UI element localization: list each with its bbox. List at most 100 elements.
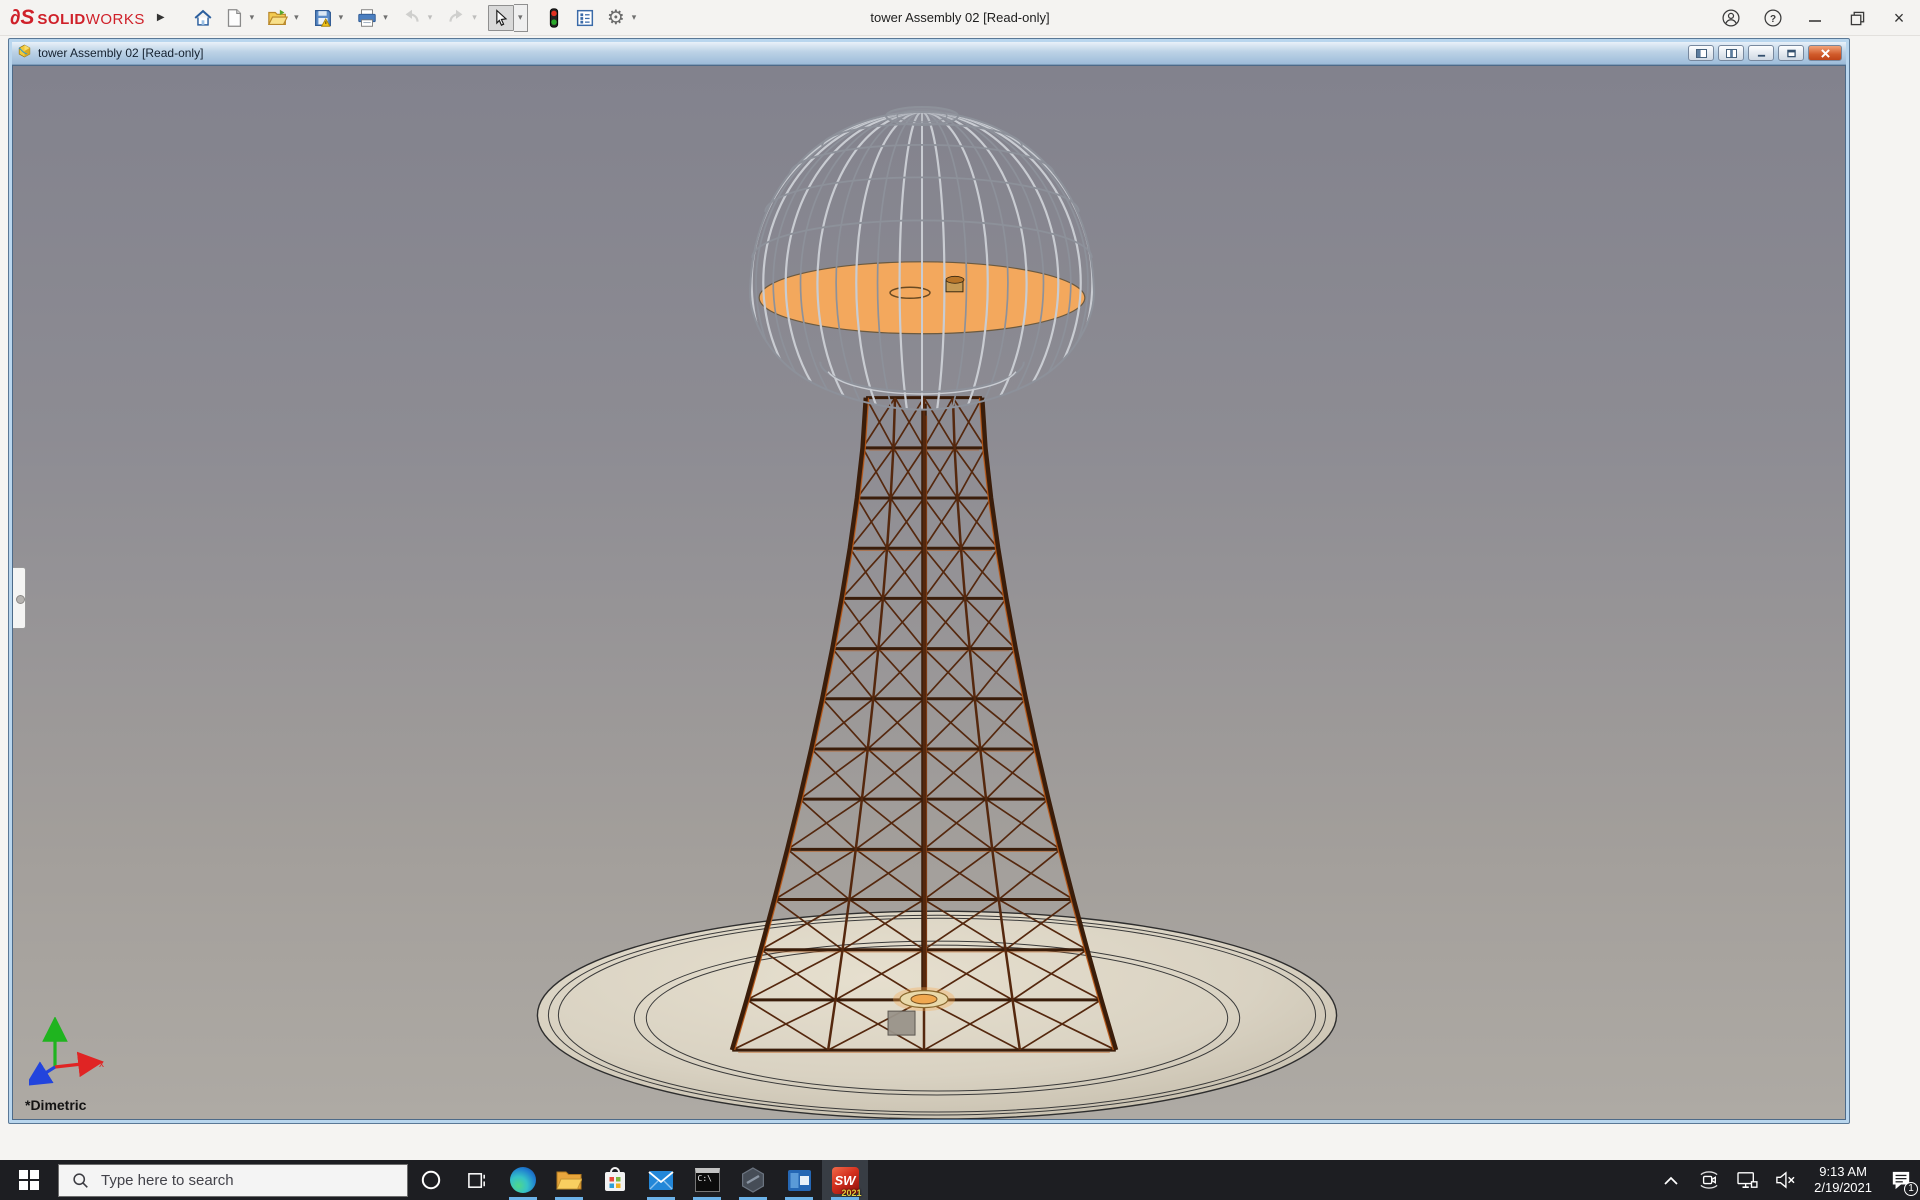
cortana-icon: [420, 1169, 442, 1191]
taskbar-app-file-explorer[interactable]: [546, 1160, 592, 1200]
new-dropdown-caret[interactable]: ▾: [250, 12, 255, 23]
document-restore-button[interactable]: [1778, 45, 1804, 61]
undo-button[interactable]: ▾: [398, 3, 440, 33]
taskbar-app-media[interactable]: [776, 1160, 822, 1200]
document-close-button[interactable]: [1808, 45, 1842, 61]
search-placeholder-text: Type here to search: [101, 1172, 234, 1189]
taskbar-app-microsoft-store[interactable]: [592, 1160, 638, 1200]
media-app-icon: [787, 1168, 812, 1193]
action-center-button[interactable]: 1: [1882, 1160, 1920, 1200]
base-platform: [537, 911, 1336, 1119]
solidworks-logo-icon: ∂S: [10, 6, 34, 30]
document-window: tower Assembly 02 [Read-only]: [8, 38, 1850, 1124]
document-titlebar[interactable]: tower Assembly 02 [Read-only]: [12, 42, 1846, 65]
open-folder-icon: [265, 5, 291, 31]
solidworks-app-icon: SW 2021: [832, 1167, 859, 1194]
new-document-button[interactable]: ▾: [220, 3, 262, 33]
cortana-button[interactable]: [408, 1160, 454, 1200]
redo-button[interactable]: ▾: [442, 3, 484, 33]
network-icon[interactable]: [1728, 1160, 1766, 1200]
document-window-buttons: [1688, 45, 1842, 61]
hidden-icons-chevron[interactable]: [1652, 1160, 1690, 1200]
save-icon: [310, 5, 336, 31]
select-dropdown[interactable]: ▾: [514, 4, 528, 32]
tower-assembly-model[interactable]: [13, 66, 1845, 1119]
taskbar-app-command-prompt[interactable]: C:\: [684, 1160, 730, 1200]
breadcrumb-expand-icon[interactable]: ▶: [157, 12, 165, 23]
hexagon-app-icon: [740, 1167, 766, 1193]
taskbar-clock[interactable]: 9:13 AM 2/19/2021: [1804, 1164, 1882, 1196]
taskbar-search-input[interactable]: Type here to search: [58, 1164, 408, 1197]
task-view-icon: [467, 1170, 488, 1191]
select-tool-button[interactable]: ▾: [487, 2, 529, 34]
restore-button[interactable]: [1846, 7, 1868, 29]
solidworks-logo: ∂S SOLID WORKS: [10, 6, 145, 30]
save-dropdown-caret[interactable]: ▾: [339, 12, 344, 23]
svg-text:?: ?: [1770, 14, 1776, 25]
task-view-button[interactable]: [454, 1160, 500, 1200]
app-titlebar: ∂S SOLID WORKS ▶ ▾ ▾ ▾: [0, 0, 1920, 36]
edge-icon: [510, 1167, 536, 1193]
redo-dropdown-caret[interactable]: ▾: [472, 12, 477, 23]
windows-logo-icon: [18, 1169, 40, 1191]
minimize-button[interactable]: [1804, 7, 1826, 29]
rebuild-traffic-light-icon: [541, 5, 567, 31]
options-gear-icon: ⚙: [603, 5, 629, 31]
taskbar-app-solidworks[interactable]: SW 2021: [822, 1160, 868, 1200]
notification-badge: 1: [1904, 1182, 1918, 1196]
orientation-triad: x: [29, 1017, 109, 1095]
app-window-title: tower Assembly 02 [Read-only]: [870, 10, 1049, 25]
clock-date: 2/19/2021: [1814, 1180, 1872, 1196]
document-minimize-button[interactable]: [1748, 45, 1774, 61]
options-button[interactable]: ⚙ ▾: [602, 3, 644, 33]
file-properties-button[interactable]: [571, 3, 599, 33]
start-button[interactable]: [0, 1160, 58, 1200]
clock-time: 9:13 AM: [1814, 1164, 1872, 1180]
open-button[interactable]: ▾: [264, 3, 306, 33]
undo-icon: [399, 5, 425, 31]
print-dropdown-caret[interactable]: ▾: [383, 12, 388, 23]
taskbar-app-utility[interactable]: [730, 1160, 776, 1200]
home-icon: [190, 5, 216, 31]
open-dropdown-caret[interactable]: ▾: [294, 12, 299, 23]
windows-taskbar: Type here to search C:\ SW 2021: [0, 1160, 1920, 1200]
new-document-icon: [221, 5, 247, 31]
graphics-viewport[interactable]: x *Dimetric: [12, 65, 1846, 1120]
microsoft-store-icon: [603, 1167, 627, 1193]
triad-x-axis: [55, 1063, 91, 1067]
redo-icon: [443, 5, 469, 31]
triad-z-axis: [36, 1067, 55, 1079]
select-dropdown-caret: ▾: [518, 12, 523, 23]
account-icon[interactable]: [1720, 7, 1742, 29]
brand-name-light: WORKS: [86, 11, 145, 28]
split-vertical-button[interactable]: [1718, 45, 1744, 61]
system-tray: 9:13 AM 2/19/2021 1: [1652, 1160, 1920, 1200]
undo-dropdown-caret[interactable]: ▾: [428, 12, 433, 23]
split-horizontal-button[interactable]: [1688, 45, 1714, 61]
brand-name-bold: SOLID: [37, 11, 85, 28]
mail-icon: [648, 1170, 674, 1191]
feature-tree-collapsed-tab[interactable]: [13, 567, 26, 629]
select-cursor-icon: [488, 5, 514, 31]
file-properties-icon: [572, 5, 598, 31]
view-orientation-label: *Dimetric: [25, 1097, 86, 1113]
dome-cupola: [750, 107, 1094, 454]
document-title: tower Assembly 02 [Read-only]: [38, 46, 203, 60]
close-button[interactable]: ×: [1888, 7, 1910, 29]
volume-muted-icon[interactable]: [1766, 1160, 1804, 1200]
help-icon[interactable]: ?: [1762, 7, 1784, 29]
options-dropdown-caret[interactable]: ▾: [632, 12, 637, 23]
solidworks-version-badge: 2021: [841, 1188, 861, 1198]
taskbar-app-mail[interactable]: [638, 1160, 684, 1200]
print-icon: [354, 5, 380, 31]
print-button[interactable]: ▾: [353, 3, 395, 33]
titlebar-controls: ? ×: [1720, 0, 1910, 36]
save-button[interactable]: ▾: [309, 3, 351, 33]
search-icon: [72, 1172, 89, 1189]
taskbar-app-microsoft-edge[interactable]: [500, 1160, 546, 1200]
command-prompt-icon: C:\: [695, 1168, 720, 1192]
home-button[interactable]: [189, 3, 217, 33]
rebuild-button[interactable]: [540, 3, 568, 33]
quick-access-toolbar: ▾ ▾ ▾ ▾ ▾: [189, 2, 647, 34]
meet-now-icon[interactable]: [1690, 1160, 1728, 1200]
